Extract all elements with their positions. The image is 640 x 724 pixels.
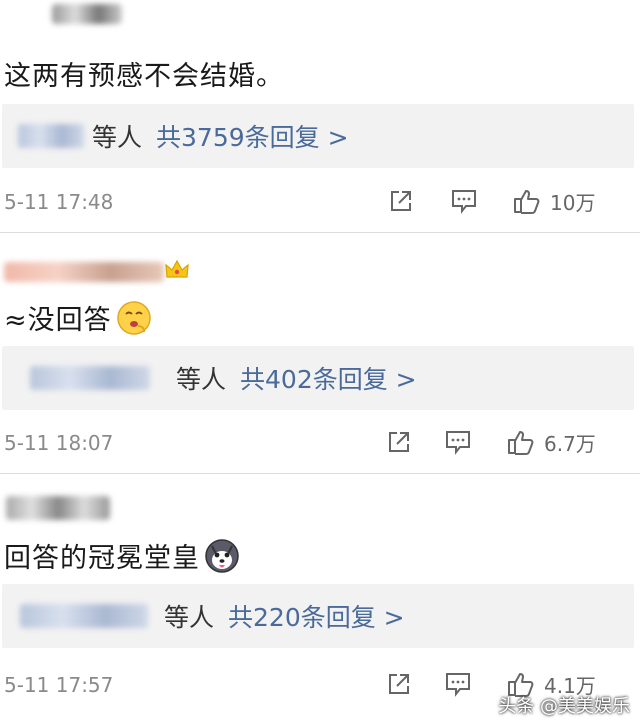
watermark: 头条 @美美娱乐 bbox=[498, 696, 630, 717]
reply-preview-box[interactable]: 等人 共220条回复 > bbox=[2, 584, 634, 648]
reply-summary[interactable]: 等人 共3759条回复 > bbox=[92, 118, 349, 154]
reply-suffix: 等人 bbox=[164, 603, 215, 632]
comment-time: 5-11 17:48 bbox=[4, 190, 114, 214]
reply-summary[interactable]: 等人 共402条回复 > bbox=[176, 360, 417, 396]
share-button[interactable] bbox=[386, 425, 412, 459]
comment-button[interactable] bbox=[450, 184, 478, 218]
share-button[interactable] bbox=[388, 184, 414, 218]
comment-1: 这两有预感不会结婚。 等人 共3759条回复 > 5-11 17:48 10万 bbox=[0, 0, 640, 230]
comment-actions: 10万 bbox=[388, 184, 618, 218]
reply-usernames-blurred bbox=[30, 366, 150, 390]
share-icon bbox=[386, 429, 412, 455]
comment-text: 这两有预感不会结婚。 bbox=[4, 61, 284, 92]
comment-text: 回答的冠冕堂皇 bbox=[4, 536, 240, 581]
like-count: 10万 bbox=[550, 190, 596, 215]
comment-time: 5-11 17:57 bbox=[4, 673, 114, 697]
comment-2: ≈没回答 等人 共402条回复 > 5-11 18:07 6.7万 bbox=[0, 234, 640, 470]
like-count: 6.7万 bbox=[544, 431, 596, 456]
share-icon bbox=[388, 188, 414, 214]
like-icon bbox=[506, 428, 536, 456]
share-icon bbox=[386, 671, 412, 697]
reply-count-link[interactable]: 共402条回复 > bbox=[240, 365, 417, 394]
username-blurred[interactable] bbox=[52, 4, 122, 24]
comment-text: ≈没回答 bbox=[4, 298, 152, 343]
reply-usernames-blurred bbox=[20, 604, 148, 628]
reply-count-link[interactable]: 共220条回复 > bbox=[228, 603, 405, 632]
comment-button[interactable] bbox=[444, 667, 472, 701]
like-button[interactable]: 6.7万 bbox=[506, 425, 596, 459]
emoji-icon bbox=[116, 300, 152, 343]
crown-icon bbox=[164, 258, 190, 286]
comment-3: 回答的冠冕堂皇 等人 共220条回复 > 5-11 17:57 4.1万 bbox=[0, 476, 640, 724]
like-button[interactable]: 10万 bbox=[512, 184, 595, 218]
comment-button[interactable] bbox=[444, 425, 472, 459]
reply-preview-box[interactable]: 等人 共402条回复 > bbox=[2, 346, 634, 410]
reply-count-link[interactable]: 共3759条回复 > bbox=[156, 123, 349, 152]
share-button[interactable] bbox=[386, 667, 412, 701]
husky-emoji-icon bbox=[204, 538, 240, 581]
reply-suffix: 等人 bbox=[92, 123, 143, 152]
comment-icon bbox=[450, 188, 478, 214]
comment-actions: 6.7万 bbox=[386, 425, 618, 459]
reply-suffix: 等人 bbox=[176, 365, 227, 394]
comment-icon bbox=[444, 429, 472, 455]
comment-time: 5-11 18:07 bbox=[4, 431, 114, 455]
reply-usernames-blurred bbox=[18, 124, 84, 148]
comment-icon bbox=[444, 671, 472, 697]
reply-preview-box[interactable]: 等人 共3759条回复 > bbox=[2, 104, 634, 168]
username-blurred[interactable] bbox=[6, 496, 110, 520]
username-blurred[interactable] bbox=[4, 262, 164, 282]
like-icon bbox=[512, 187, 542, 215]
reply-summary[interactable]: 等人 共220条回复 > bbox=[164, 598, 405, 634]
divider bbox=[0, 232, 640, 233]
divider bbox=[0, 473, 640, 474]
